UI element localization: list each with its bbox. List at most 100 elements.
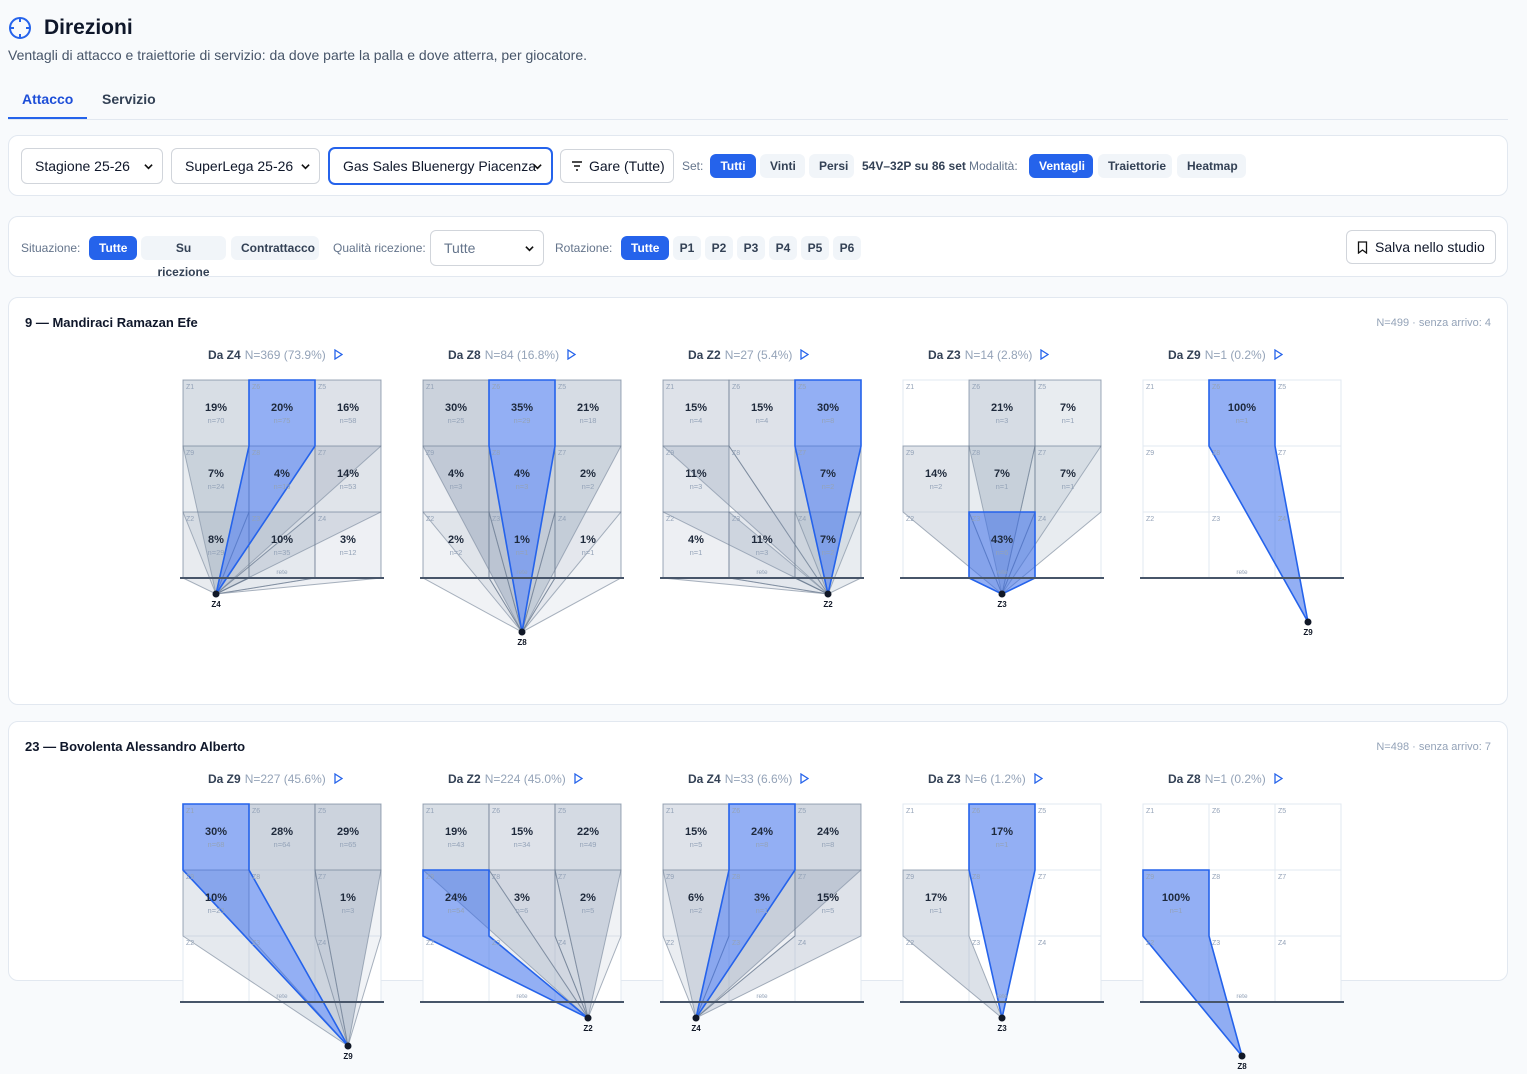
net-label: rete	[996, 993, 1008, 1000]
net-label: rete	[276, 569, 288, 576]
season-select-value: Stagione 25-26	[35, 158, 130, 174]
zone-label: Z5	[558, 808, 566, 815]
court-fan-chart: Z1 19% n=70 Z6 20% n=75 Z5 16% n=58 Z9 7% n=24 Z8 4% n…	[180, 379, 384, 609]
zone-label: Z2	[1146, 516, 1154, 523]
zone-count: n=5	[822, 906, 835, 915]
zone-percent: 14%	[337, 468, 359, 480]
zone-label: Z9	[1146, 450, 1154, 457]
zone-percent: 11%	[685, 468, 707, 480]
zone-label: Z7	[1278, 450, 1286, 457]
net-label: rete	[1236, 993, 1248, 1000]
zone-count: n=35	[274, 548, 291, 557]
zone-label: Z5	[1278, 808, 1286, 815]
zone-count: n=65	[340, 840, 357, 849]
panel-header: Da Z2 N=224 (45.0%)	[448, 772, 583, 786]
league-select[interactable]: SuperLega 25-26	[171, 148, 320, 184]
season-select[interactable]: Stagione 25-26	[21, 148, 163, 184]
save-study-button[interactable]: Salva nello studio	[1346, 230, 1496, 264]
rotation-chip-p2[interactable]: P2	[705, 236, 733, 260]
origin-dot	[344, 1042, 352, 1050]
situation-chip-contrattacco[interactable]: Contrattacco	[231, 236, 319, 260]
play-icon[interactable]	[1274, 773, 1283, 784]
zone-label: Z5	[798, 808, 806, 815]
zone-percent: 2%	[448, 534, 464, 546]
zone-label: Z3	[252, 940, 260, 947]
rotation-chip-p3[interactable]: P3	[737, 236, 765, 260]
filter-icon	[572, 161, 582, 171]
zone-label: Z8	[1212, 874, 1220, 881]
play-icon[interactable]	[567, 349, 577, 360]
play-icon[interactable]	[334, 349, 343, 360]
zone-label: Z5	[318, 384, 326, 391]
mode-chip-heatmap[interactable]: Heatmap	[1177, 154, 1246, 178]
zone-label: Z1	[1146, 384, 1154, 391]
rotation-chip-p1[interactable]: P1	[673, 236, 701, 260]
zone-label: Z8	[492, 874, 500, 881]
zone-percent: 35%	[511, 402, 533, 414]
play-icon[interactable]	[800, 349, 810, 360]
quality-select[interactable]: Tutte	[430, 230, 544, 266]
zone-label: Z3	[1212, 516, 1220, 523]
zone-label: Z9	[426, 874, 434, 881]
zone-label: Z4	[1038, 516, 1046, 523]
origin-dot	[212, 590, 220, 598]
set-chip-vinti[interactable]: Vinti	[760, 154, 805, 178]
zone-label: Z3	[972, 516, 980, 523]
games-filter-button[interactable]: Gare (Tutte)	[560, 149, 674, 183]
zone-percent: 1%	[340, 892, 356, 904]
rotation-chip-p4[interactable]: P4	[769, 236, 797, 260]
zone-label: Z8	[252, 450, 260, 457]
panel-count: N=227 (45.6%)	[244, 772, 326, 786]
rotation-chip-tutte[interactable]: Tutte	[621, 236, 669, 260]
zone-percent: 15%	[685, 826, 707, 838]
chevron-down-icon	[301, 164, 310, 170]
situation-chip-tutte[interactable]: Tutte	[89, 236, 137, 260]
zone-label: Z1	[426, 384, 434, 391]
zone-label: Z1	[1146, 808, 1154, 815]
set-summary: 54V–32P su 86 set	[862, 159, 966, 173]
mode-chip-traiettorie[interactable]: Traiettorie	[1098, 154, 1172, 178]
situation-chip-ricezione[interactable]: Su ricezione	[141, 236, 226, 279]
tab-servizio[interactable]: Servizio	[88, 80, 170, 119]
rotation-chip-p6[interactable]: P6	[833, 236, 861, 260]
play-icon[interactable]	[574, 773, 583, 784]
zone-count: n=8	[822, 840, 835, 849]
play-icon[interactable]	[800, 773, 810, 784]
rotation-chip-p5[interactable]: P5	[801, 236, 829, 260]
zone-percent: 4%	[448, 468, 464, 480]
set-label: Set:	[682, 159, 704, 173]
set-chip-persi[interactable]: Persi	[809, 154, 854, 178]
zone-percent: 3%	[340, 534, 356, 546]
zone-percent: 17%	[925, 892, 947, 904]
crosshair-icon	[9, 17, 31, 39]
set-chip-tutti[interactable]: Tutti	[710, 154, 756, 178]
panel-header: Da Z2 N=27 (5.4%)	[688, 348, 810, 362]
zone-count: n=1	[996, 482, 1009, 491]
zone-label: Z6	[1212, 808, 1220, 815]
zone-count: n=2	[450, 548, 463, 557]
mode-chip-ventagli[interactable]: Ventagli	[1029, 154, 1093, 178]
zone-count: n=3	[756, 548, 769, 557]
zone-label: Z6	[492, 808, 500, 815]
origin-label: Z8	[517, 638, 527, 647]
zone-count: n=1	[690, 548, 703, 557]
tab-attacco[interactable]: Attacco	[8, 80, 88, 119]
play-icon[interactable]	[1040, 349, 1050, 360]
zone-percent: 100%	[1228, 402, 1256, 414]
zone-label: Z7	[798, 450, 806, 457]
panel-header: Da Z9 N=1 (0.2%)	[1168, 348, 1283, 362]
play-icon[interactable]	[334, 773, 343, 784]
panel-origin-label: Da Z3	[928, 772, 961, 786]
court-fan-chart: Z1 Z6 17% n=1 Z5 Z9 17% n=1 Z8 Z7 Z2 Z3 Z4 rete Z3	[900, 803, 1104, 1033]
zone-count: n=25	[448, 416, 465, 425]
origin-label: Z9	[343, 1052, 353, 1061]
zone-label: Z7	[1038, 450, 1046, 457]
play-icon[interactable]	[1274, 349, 1283, 360]
play-icon[interactable]	[1034, 773, 1043, 784]
situation-label: Situazione:	[21, 241, 81, 255]
zone-label: Z3	[972, 940, 980, 947]
zone-count: n=2	[690, 906, 703, 915]
zone-label: Z3	[492, 940, 500, 947]
team-select[interactable]: Gas Sales Bluenergy Piacenza	[329, 148, 552, 184]
zone-label: Z6	[252, 808, 260, 815]
